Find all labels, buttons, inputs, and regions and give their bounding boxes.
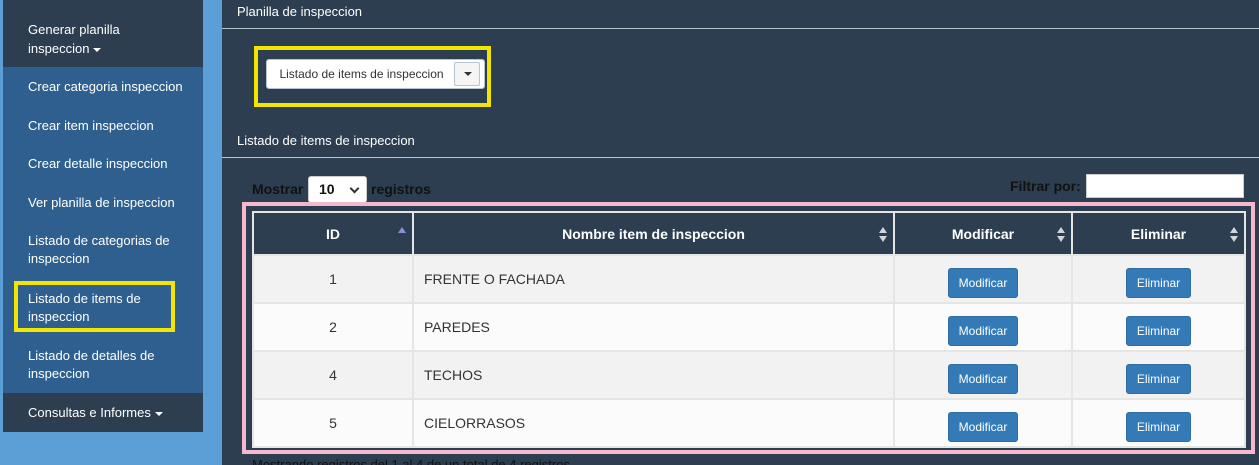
sidebar-item-label: inspeccion	[28, 251, 90, 266]
column-header-label: Eliminar	[1130, 225, 1187, 242]
modificar-button[interactable]: Modificar	[947, 412, 1019, 442]
eliminar-button[interactable]: Eliminar	[1125, 364, 1192, 394]
sidebar-item-listado-detalles[interactable]: Listado de detalles de inspeccion	[3, 347, 203, 383]
sidebar-footer-consultas[interactable]: Consultas e Informes	[3, 393, 203, 432]
divider	[222, 157, 1259, 158]
divider	[222, 28, 1259, 29]
sort-icon	[1057, 227, 1065, 243]
sidebar-item-label: inspeccion	[28, 366, 90, 381]
table-row: 2 PAREDES Modificar Eliminar	[252, 302, 1246, 352]
cell-name: FRENTE O FACHADA	[412, 254, 895, 304]
caret-down-icon	[464, 72, 472, 76]
cell-id: 1	[252, 254, 414, 304]
cell-id: 4	[252, 350, 414, 400]
cell-eliminar: Eliminar	[1071, 254, 1246, 304]
dropdown-toggle-button[interactable]	[454, 62, 480, 86]
sidebar-item-crear-item[interactable]: Crear item inspeccion	[3, 117, 203, 135]
sidebar-item-ver-planilla[interactable]: Ver planilla de inspeccion	[3, 194, 203, 212]
chevron-down-icon	[349, 183, 360, 194]
cell-modificar: Modificar	[893, 350, 1073, 400]
eliminar-button[interactable]: Eliminar	[1125, 412, 1192, 442]
modificar-button[interactable]: Modificar	[947, 316, 1019, 346]
cell-modificar: Modificar	[893, 302, 1073, 352]
sidebar: Generar planilla inspeccion Crear catego…	[3, 0, 203, 432]
dropdown-label: Listado de items de inspeccion	[279, 67, 444, 81]
cell-name: TECHOS	[412, 350, 895, 400]
table-row: 5 CIELORRASOS Modificar Eliminar	[252, 398, 1246, 448]
eliminar-button[interactable]: Eliminar	[1125, 316, 1192, 346]
table-header-row: ID Nombre item de inspeccion Modificar E…	[252, 211, 1246, 256]
cell-modificar: Modificar	[893, 398, 1073, 448]
sidebar-item-crear-categoria[interactable]: Crear categoria inspeccion	[3, 78, 203, 96]
page-length-select[interactable]: 10	[308, 176, 367, 203]
sidebar-item-crear-detalle[interactable]: Crear detalle inspeccion	[3, 155, 203, 173]
sort-icon	[1230, 227, 1238, 243]
table-row: 1 FRENTE O FACHADA Modificar Eliminar	[252, 254, 1246, 304]
column-header-eliminar[interactable]: Eliminar	[1071, 211, 1246, 256]
highlight-box-sidebar	[14, 281, 175, 332]
cell-eliminar: Eliminar	[1071, 350, 1246, 400]
sidebar-footer-label: Consultas e Informes	[28, 405, 151, 420]
items-table: ID Nombre item de inspeccion Modificar E…	[252, 211, 1246, 448]
column-header-modificar[interactable]: Modificar	[893, 211, 1073, 256]
filter-input[interactable]	[1086, 174, 1244, 198]
cell-eliminar: Eliminar	[1071, 302, 1246, 352]
cell-id: 5	[252, 398, 414, 448]
sort-icon	[879, 227, 887, 243]
sidebar-item-label: Listado de detalles de	[28, 348, 155, 363]
listado-dropdown[interactable]: Listado de items de inspeccion	[266, 59, 485, 89]
cell-eliminar: Eliminar	[1071, 398, 1246, 448]
column-header-name[interactable]: Nombre item de inspeccion	[412, 211, 895, 256]
cell-name: CIELORRASOS	[412, 398, 895, 448]
sidebar-header-line2: inspeccion	[28, 41, 90, 56]
main-panel: Planilla de inspeccion Listado de items …	[222, 0, 1259, 465]
column-header-label: Nombre item de inspeccion	[562, 225, 745, 242]
sidebar-item-listado-categorias[interactable]: Listado de categorias de inspeccion	[3, 232, 203, 268]
column-header-label: Modificar	[951, 225, 1015, 242]
page-length-value: 10	[319, 181, 335, 197]
length-label-before: Mostrar	[252, 181, 304, 197]
caret-down-icon	[154, 411, 163, 416]
column-header-id[interactable]: ID	[252, 211, 414, 256]
cell-modificar: Modificar	[893, 254, 1073, 304]
table-row: 4 TECHOS Modificar Eliminar	[252, 350, 1246, 400]
sidebar-item-label: Listado de categorias de	[28, 233, 170, 248]
table-info: Mostrando registros del 1 al 4 de un tot…	[252, 457, 570, 465]
filter-label: Filtrar por:	[1010, 178, 1081, 194]
modificar-button[interactable]: Modificar	[947, 364, 1019, 394]
sidebar-header-generar-planilla[interactable]: Generar planilla inspeccion	[3, 0, 203, 67]
section-title: Listado de items de inspeccion	[237, 133, 415, 148]
modificar-button[interactable]: Modificar	[947, 268, 1019, 298]
column-header-label: ID	[326, 225, 340, 242]
caret-down-icon	[93, 47, 102, 52]
eliminar-button[interactable]: Eliminar	[1125, 268, 1192, 298]
sort-ascending-icon	[398, 227, 406, 233]
cell-name: PAREDES	[412, 302, 895, 352]
length-label-after: registros	[371, 181, 431, 197]
page-title: Planilla de inspeccion	[237, 4, 363, 19]
cell-id: 2	[252, 302, 414, 352]
sidebar-header-line1: Generar planilla	[28, 22, 120, 37]
